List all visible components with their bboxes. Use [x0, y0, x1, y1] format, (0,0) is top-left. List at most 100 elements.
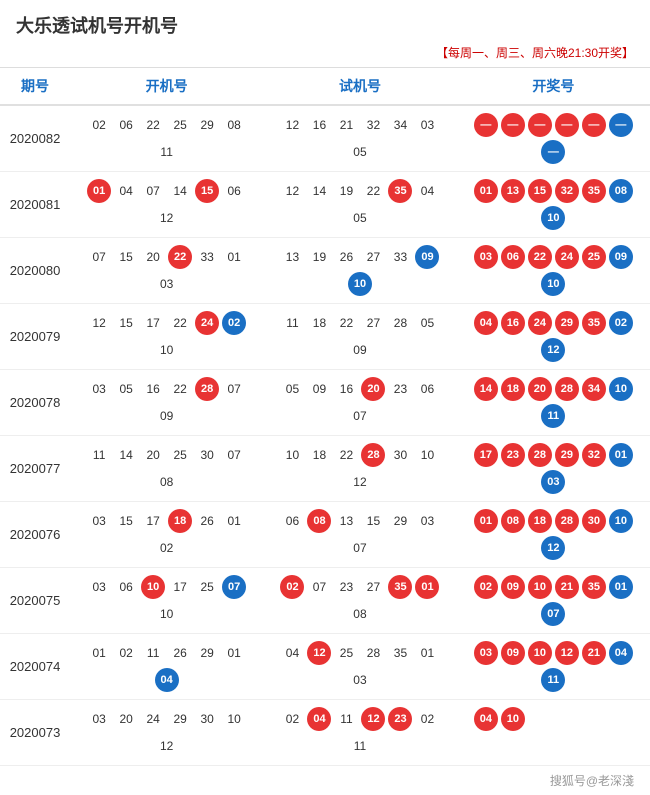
period-cell: 2020075 [0, 568, 70, 634]
table-row: 20200820206222529081112162132340305—————… [0, 105, 650, 172]
ball: 05 [415, 311, 439, 335]
ball: 12 [87, 311, 111, 335]
ball: 25 [195, 575, 219, 599]
ball: 25 [582, 245, 606, 269]
table-row: 2020080071520223301031319262733091003062… [0, 238, 650, 304]
ball: 12 [361, 707, 385, 731]
shiji-cell: 02072327350108 [263, 568, 456, 634]
shiji-cell: 10182228301012 [263, 436, 456, 502]
ball: 12 [307, 641, 331, 665]
ball: 15 [361, 509, 385, 533]
ball: 16 [334, 377, 358, 401]
ball: 02 [280, 707, 304, 731]
ball: 07 [541, 602, 565, 626]
ball: — [609, 113, 633, 137]
ball: 23 [388, 707, 412, 731]
ball: 02 [280, 575, 304, 599]
ball: 35 [582, 179, 606, 203]
ball: 12 [280, 113, 304, 137]
kaijianghao-cell: 01131532350810 [457, 172, 650, 238]
ball: 28 [361, 443, 385, 467]
ball: 35 [582, 575, 606, 599]
ball: 10 [609, 509, 633, 533]
ball: 30 [195, 707, 219, 731]
period-cell: 2020080 [0, 238, 70, 304]
ball: 29 [555, 311, 579, 335]
ball: 35 [388, 575, 412, 599]
kaiji-cell: 03061017250710 [70, 568, 263, 634]
ball: 30 [388, 443, 412, 467]
ball: 02 [609, 311, 633, 335]
table-row: 2020074010211262901040412252835010303091… [0, 634, 650, 700]
ball: 23 [334, 575, 358, 599]
ball: 10 [528, 641, 552, 665]
ball: 18 [528, 509, 552, 533]
ball: 15 [114, 311, 138, 335]
ball: — [541, 140, 565, 164]
ball: 01 [222, 509, 246, 533]
ball: 20 [141, 245, 165, 269]
ball: 27 [361, 575, 385, 599]
ball: 17 [141, 311, 165, 335]
notice-text: 【每周一、周三、周六晚21:30开奖】 [0, 42, 650, 68]
ball: 01 [609, 575, 633, 599]
kaijianghao-cell: 0410 [457, 700, 650, 766]
ball: 29 [555, 443, 579, 467]
ball: 13 [280, 245, 304, 269]
ball: 27 [361, 311, 385, 335]
ball: 10 [280, 443, 304, 467]
ball: 14 [114, 443, 138, 467]
ball: 07 [222, 575, 246, 599]
ball: 08 [155, 470, 179, 494]
ball: 05 [280, 377, 304, 401]
ball: 22 [334, 443, 358, 467]
ball: — [501, 113, 525, 137]
ball: 15 [114, 245, 138, 269]
ball: 03 [87, 509, 111, 533]
ball: 22 [334, 311, 358, 335]
ball: 07 [348, 404, 372, 428]
ball [528, 707, 552, 731]
kaiji-cell: 12151722240210 [70, 304, 263, 370]
ball [555, 707, 579, 731]
ball: 20 [141, 443, 165, 467]
ball: 16 [141, 377, 165, 401]
ball: 21 [334, 113, 358, 137]
period-cell: 2020074 [0, 634, 70, 700]
col-header-2: 试机号 [263, 68, 456, 105]
col-header-1: 开机号 [70, 68, 263, 105]
ball: 02 [474, 575, 498, 599]
ball: 13 [334, 509, 358, 533]
shiji-cell: 06081315290307 [263, 502, 456, 568]
ball: 17 [168, 575, 192, 599]
ball: 01 [87, 179, 111, 203]
ball: 33 [388, 245, 412, 269]
ball: 28 [388, 311, 412, 335]
ball: 03 [87, 575, 111, 599]
ball: 12 [155, 734, 179, 758]
ball: 13 [501, 179, 525, 203]
ball: 09 [501, 575, 525, 599]
col-header-3: 开奖号 [457, 68, 650, 105]
ball: 19 [307, 245, 331, 269]
ball: 28 [195, 377, 219, 401]
ball: 24 [528, 311, 552, 335]
ball: 11 [348, 734, 372, 758]
watermark: 搜狐号@老深淺 [0, 766, 650, 795]
kaijianghao-cell: 17232829320103 [457, 436, 650, 502]
ball: 03 [415, 113, 439, 137]
ball: 06 [415, 377, 439, 401]
ball: 08 [307, 509, 331, 533]
ball: 01 [474, 509, 498, 533]
ball: 22 [361, 179, 385, 203]
ball: — [528, 113, 552, 137]
ball: 25 [168, 443, 192, 467]
ball: 01 [415, 575, 439, 599]
ball: 20 [528, 377, 552, 401]
shiji-cell: 12162132340305 [263, 105, 456, 172]
ball: 14 [168, 179, 192, 203]
ball: 15 [114, 509, 138, 533]
kaijianghao-cell: 01081828301012 [457, 502, 650, 568]
ball: 18 [307, 443, 331, 467]
lottery-table: 期号开机号试机号开奖号 2020082020622252908111216213… [0, 68, 650, 766]
